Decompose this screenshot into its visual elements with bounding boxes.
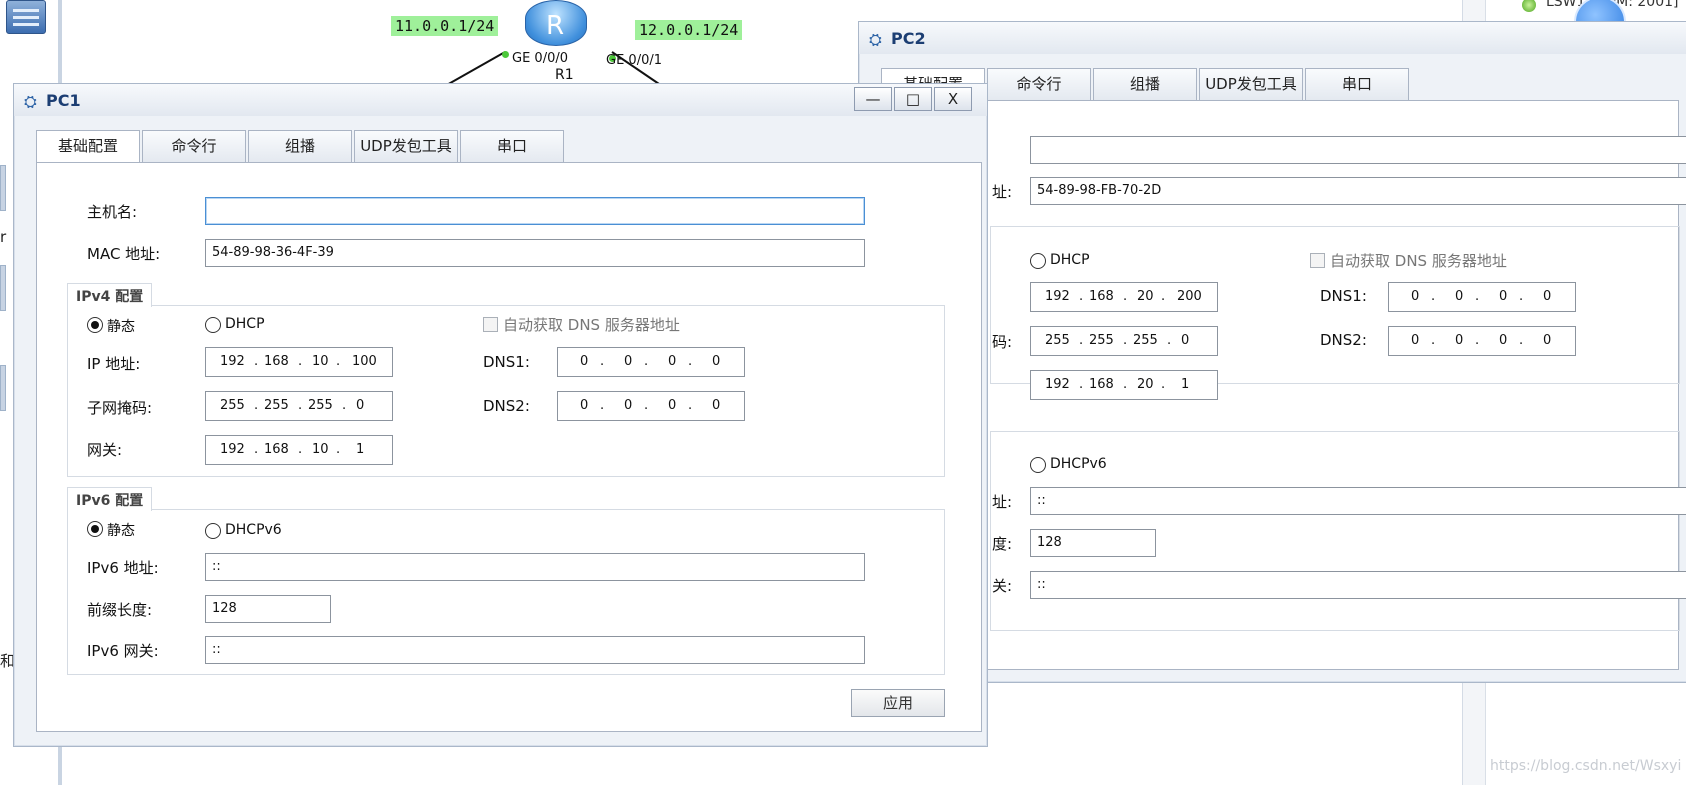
hostname-input[interactable]	[205, 197, 865, 225]
mac-label: MAC 地址:	[87, 245, 161, 263]
ipv6-address-label: IPv6 地址:	[87, 559, 159, 577]
tab-udp-tool[interactable]: UDP发包工具	[1199, 68, 1303, 100]
gateway-input[interactable]: 192. 168. 10. 1	[205, 435, 393, 465]
pc1-titlebar[interactable]: ⛭ PC1 — □ X	[14, 84, 987, 116]
tab-multicast[interactable]: 组播	[1093, 68, 1197, 100]
pc2-titlebar[interactable]: ⛭ PC2	[859, 22, 1686, 54]
dhcp-radio[interactable]	[1030, 253, 1046, 269]
apply-button[interactable]: 应用	[851, 689, 945, 717]
dns2-label: DNS2:	[1320, 331, 1367, 349]
ip-address-label: IP 地址:	[87, 355, 141, 373]
mac-field: 54-89-98-FB-70-2D	[1030, 177, 1686, 205]
subnet-mask-input[interactable]: 255. 255. 255. 0	[205, 391, 393, 421]
tab-udp-tool[interactable]: UDP发包工具	[354, 130, 458, 162]
ipv6-label: 址:	[992, 493, 1013, 511]
dns2-input[interactable]: 0. 0. 0. 0	[557, 391, 745, 421]
ip-address-input[interactable]: 192. 168. 10. 100	[205, 347, 393, 377]
ip-label-left: 11.0.0.1/24	[391, 16, 499, 36]
pc1-body: 主机名: MAC 地址: 54-89-98-36-4F-39 IPv4 配置 静…	[36, 162, 982, 732]
subnet-mask-input[interactable]: 255. 255. 255. 0	[1030, 326, 1218, 356]
dhcpv6-label: DHCPv6	[1050, 456, 1107, 472]
port-label-left: GE 0/0/0	[512, 51, 568, 66]
router-name: R1	[555, 67, 574, 83]
tab-serial[interactable]: 串口	[1305, 68, 1409, 100]
port-label-right: GE 0/0/1	[606, 53, 662, 68]
close-button[interactable]: X	[934, 87, 972, 111]
dns1-label: DNS1:	[1320, 287, 1367, 305]
pc-icon: ⛭	[869, 30, 882, 49]
dhcp-label: DHCP	[225, 316, 265, 332]
ipv6-gateway-input[interactable]: ::	[1030, 571, 1686, 599]
ipv6-gateway-label: IPv6 网关:	[87, 642, 159, 660]
ipv6-gateway-input[interactable]: ::	[205, 636, 865, 664]
tab-serial[interactable]: 串口	[460, 130, 564, 162]
subnet-mask-label: 子网掩码:	[87, 399, 153, 417]
tab-basic-config[interactable]: 基础配置	[36, 130, 140, 164]
minimize-button[interactable]: —	[854, 87, 892, 111]
mac-field: 54-89-98-36-4F-39	[205, 239, 865, 267]
prefix-label: 度:	[992, 535, 1013, 553]
dns2-input[interactable]: 0. 0. 0. 0	[1388, 326, 1576, 356]
static-radio[interactable]	[87, 317, 103, 333]
pc-icon: ⛭	[24, 92, 37, 111]
tab-multicast[interactable]: 组播	[248, 130, 352, 162]
mac-label: 址:	[992, 183, 1013, 201]
ipv6-address-input[interactable]: ::	[205, 553, 865, 581]
auto-dns-label: 自动获取 DNS 服务器地址	[1330, 252, 1507, 270]
dns1-input[interactable]: 0. 0. 0. 0	[1388, 282, 1576, 312]
dhcpv6-radio[interactable]	[205, 523, 221, 539]
watermark: https://blog.csdn.net/Wsxyi	[1490, 758, 1682, 774]
dns2-label: DNS2:	[483, 397, 530, 415]
mask-label: 码:	[992, 333, 1013, 351]
prefix-length-label: 前缀长度:	[87, 601, 153, 619]
tab-command-line[interactable]: 命令行	[142, 130, 246, 162]
dhcpv6-label: DHCPv6	[225, 522, 282, 538]
ip-address-input[interactable]: 192. 168. 20. 200	[1030, 282, 1218, 312]
router-r1-icon[interactable]: R	[525, 0, 587, 46]
pc2-title: PC2	[891, 29, 926, 48]
gateway-input[interactable]: 192. 168. 20. 1	[1030, 370, 1218, 400]
maximize-button[interactable]: □	[894, 87, 932, 111]
prefix-length-input[interactable]: 128	[205, 595, 331, 623]
ipv6-group-title: IPv6 配置	[67, 487, 153, 511]
gateway-label: 网关:	[87, 441, 123, 459]
pc2-body: 址: 54-89-98-FB-70-2D DHCP 自动获取 DNS 服务器地址…	[879, 100, 1686, 670]
ipv4-group-title: IPv4 配置	[67, 283, 153, 307]
auto-dns-checkbox[interactable]	[1310, 253, 1325, 268]
dhcpv6-radio[interactable]	[1030, 457, 1046, 473]
dhcp-label: DHCP	[1050, 252, 1090, 268]
pc1-title: PC1	[46, 91, 81, 110]
pc1-window: ⛭ PC1 — □ X 基础配置 命令行 组播 UDP发包工具 串口 主机名: …	[13, 83, 988, 747]
dns1-input[interactable]: 0. 0. 0. 0	[557, 347, 745, 377]
hostname-label: 主机名:	[87, 203, 138, 221]
dhcp-radio[interactable]	[205, 317, 221, 333]
ipv6-gateway-label: 关:	[992, 577, 1013, 595]
dns1-label: DNS1:	[483, 353, 530, 371]
port-status-dot	[502, 51, 509, 58]
auto-dns-label: 自动获取 DNS 服务器地址	[503, 316, 680, 334]
status-dot-icon	[1522, 0, 1536, 12]
auto-dns-checkbox[interactable]	[483, 317, 498, 332]
ipv6-address-input[interactable]: ::	[1030, 487, 1686, 515]
tab-command-line[interactable]: 命令行	[987, 68, 1091, 100]
prefix-length-input[interactable]: 128	[1030, 529, 1156, 557]
static-label: 静态	[107, 319, 135, 335]
ip-label-right: 12.0.0.1/24	[635, 20, 743, 40]
static-v6-label: 静态	[107, 523, 135, 539]
hostname-input[interactable]	[1030, 136, 1686, 164]
static-v6-radio[interactable]	[87, 521, 103, 537]
